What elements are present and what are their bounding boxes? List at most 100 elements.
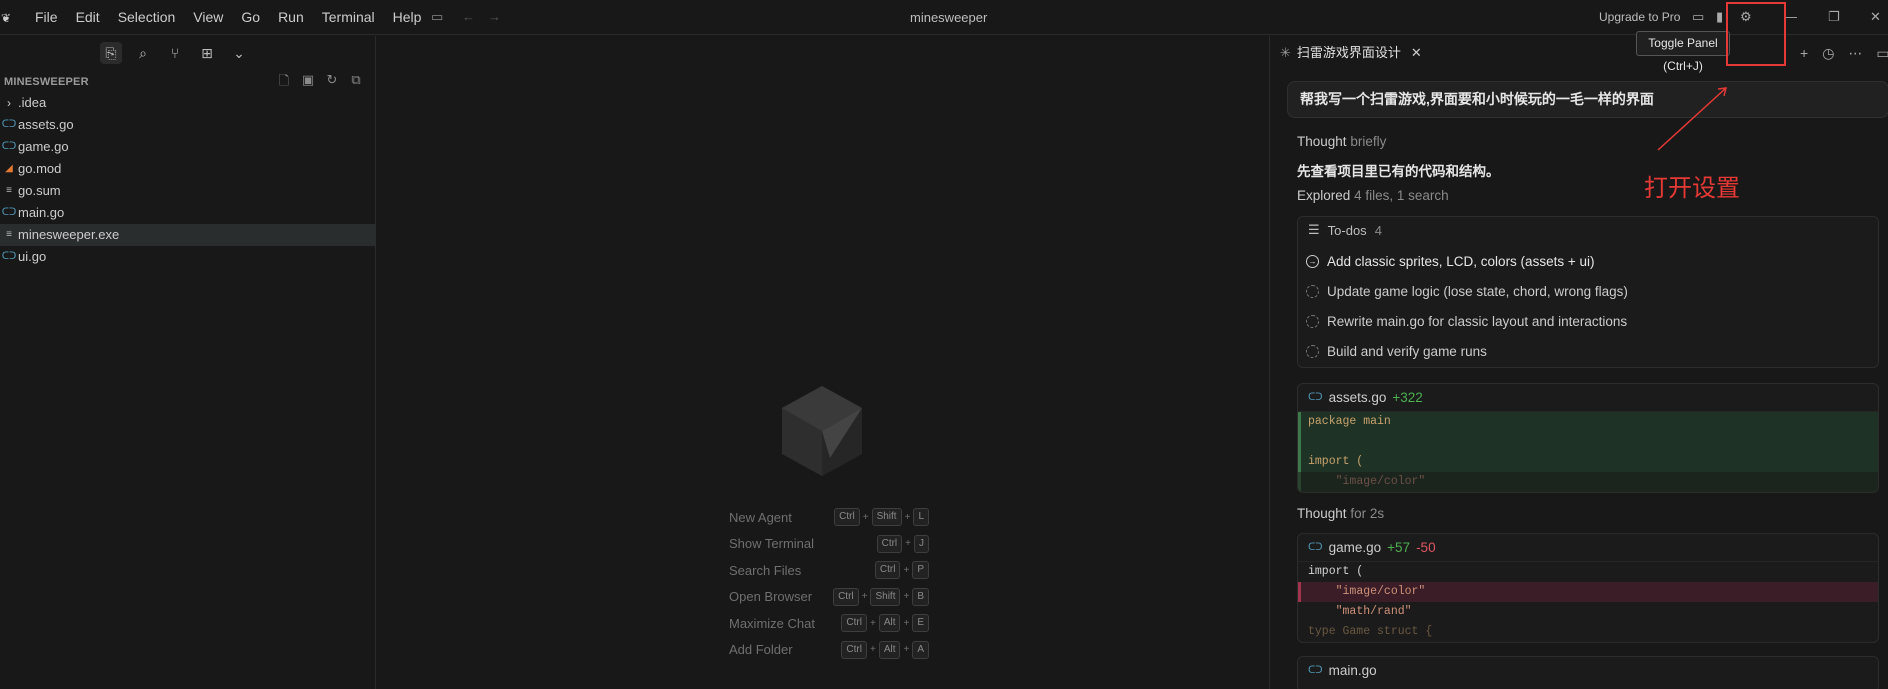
- toggle-panel-icon[interactable]: ▭: [1692, 9, 1704, 25]
- toggle-panel-tooltip: Toggle Panel (Ctrl+J): [1636, 31, 1730, 73]
- annotation-arrow: [1657, 87, 1727, 151]
- shortcut-new-agent[interactable]: New Agent Ctrl + Shift + L: [729, 504, 929, 531]
- code-diff-card-main[interactable]: ᑕᑐ main.go: [1297, 656, 1879, 689]
- key: Ctrl: [841, 614, 867, 633]
- diff-removed-count: -50: [1416, 539, 1436, 555]
- shortcut-search-files[interactable]: Search Files Ctrl + P: [729, 557, 929, 584]
- code-line: import (: [1298, 562, 1878, 582]
- menu-view[interactable]: View: [184, 0, 232, 35]
- todo-text: Add classic sprites, LCD, colors (assets…: [1327, 254, 1595, 269]
- key: Alt: [878, 614, 901, 633]
- code-line: "image/color": [1298, 472, 1878, 492]
- file-row-main-go[interactable]: ᑕᑐ main.go: [0, 202, 376, 224]
- back-arrow-icon[interactable]: ←: [462, 9, 475, 24]
- file-row-go-mod[interactable]: ◢ go.mod: [0, 158, 376, 180]
- todo-item[interactable]: Rewrite main.go for classic layout and i…: [1306, 314, 1627, 329]
- explored-line[interactable]: Explored 4 files, 1 search: [1297, 188, 1449, 203]
- explored-label: Explored: [1297, 188, 1351, 203]
- source-control-icon[interactable]: ⑂: [164, 42, 186, 64]
- thought-line-1[interactable]: Thought briefly: [1297, 134, 1386, 149]
- upgrade-button[interactable]: Upgrade to Pro: [1599, 0, 1680, 35]
- chat-tab-title: 扫雷游戏界面设计: [1296, 45, 1401, 60]
- thought-line-2[interactable]: Thought for 2s: [1297, 506, 1384, 521]
- file-row-minesweeper-exe[interactable]: ≡ minesweeper.exe: [0, 224, 376, 246]
- go-file-icon: ᑕᑐ: [1, 251, 17, 262]
- chevron-down-icon[interactable]: ⌄: [228, 42, 250, 64]
- file-row-game-go[interactable]: ᑕᑐ game.go: [0, 136, 376, 158]
- code-diff-header[interactable]: ᑕᑐ assets.go +322: [1298, 384, 1878, 412]
- go-mod-icon: ◢: [5, 163, 13, 174]
- new-folder-icon[interactable]: ▣: [300, 72, 316, 94]
- restore-icon[interactable]: ❐: [1828, 9, 1840, 25]
- close-icon[interactable]: ✕: [1411, 36, 1422, 70]
- shortcut-add-folder[interactable]: Add Folder Ctrl + Alt + A: [729, 637, 929, 664]
- extensions-icon[interactable]: ⊞: [196, 42, 218, 64]
- menu-edit[interactable]: Edit: [67, 0, 109, 35]
- todo-text: Build and verify game runs: [1327, 344, 1487, 359]
- checklist-icon: ☰: [1308, 222, 1320, 237]
- history-icon[interactable]: ◷: [1822, 36, 1834, 70]
- menu-run[interactable]: Run: [269, 0, 313, 35]
- app-logo-icon: ❦: [1, 11, 12, 25]
- shortcut-show-terminal[interactable]: Show Terminal Ctrl + J: [729, 531, 929, 558]
- menu-go[interactable]: Go: [232, 0, 269, 35]
- file-row-assets-go[interactable]: ᑕᑐ assets.go: [0, 114, 376, 136]
- code-string: "image/color": [1335, 585, 1426, 598]
- more-icon[interactable]: ⋯: [1848, 36, 1862, 70]
- todo-card: ☰ To-dos 4 → Add classic sprites, LCD, c…: [1297, 216, 1879, 368]
- thought-label: Thought: [1297, 506, 1347, 521]
- code-text: import (: [1308, 455, 1364, 468]
- code-diff-header[interactable]: ᑕᑐ main.go: [1298, 657, 1878, 685]
- key: P: [912, 561, 929, 580]
- forward-arrow-icon[interactable]: →: [488, 9, 501, 24]
- file-row-go-sum[interactable]: ≡ go.sum: [0, 180, 376, 202]
- key: A: [912, 640, 929, 659]
- file-row-idea[interactable]: › .idea: [0, 92, 376, 114]
- new-file-icon[interactable]: 🗋: [276, 72, 292, 94]
- key: Ctrl: [876, 534, 903, 553]
- todo-text: Update game logic (lose state, chord, wr…: [1327, 284, 1628, 299]
- thought-duration: briefly: [1350, 134, 1387, 149]
- code-keyword: package: [1308, 415, 1357, 428]
- refresh-icon[interactable]: ↻: [324, 72, 340, 94]
- code-string: "image/color": [1335, 475, 1426, 488]
- chat-panel-icon[interactable]: ▮: [1716, 9, 1723, 25]
- todo-item[interactable]: → Add classic sprites, LCD, colors (asse…: [1306, 254, 1594, 269]
- code-diff-card-assets[interactable]: ᑕᑐ assets.go +322 package main import ( …: [1297, 383, 1879, 493]
- chevron-right-icon: ›: [7, 96, 11, 110]
- diff-added-count: +322: [1392, 389, 1423, 405]
- chat-tab[interactable]: ✳ 扫雷游戏界面设计 ✕: [1280, 36, 1422, 70]
- menu-selection[interactable]: Selection: [109, 0, 185, 35]
- close-window-icon[interactable]: ✕: [1870, 9, 1881, 25]
- shortcut-open-browser[interactable]: Open Browser Ctrl + Shift + B: [729, 584, 929, 611]
- toggle-sidebar-icon[interactable]: ▭: [431, 9, 443, 25]
- key: Ctrl: [841, 640, 867, 659]
- user-prompt-bubble[interactable]: 帮我写一个扫雷游戏,界面要和小时候玩的一毛一样的界面: [1287, 81, 1888, 118]
- key: B: [912, 587, 929, 606]
- todo-count: 4: [1374, 222, 1382, 238]
- thought-label: Thought: [1297, 134, 1347, 149]
- file-row-ui-go[interactable]: ᑕᑐ ui.go: [0, 246, 376, 268]
- menu-terminal[interactable]: Terminal: [313, 0, 384, 35]
- todo-header[interactable]: ☰ To-dos 4: [1308, 222, 1382, 238]
- code-diff-card-game[interactable]: ᑕᑐ game.go +57 -50 import ( "image/color…: [1297, 533, 1879, 643]
- menu-help[interactable]: Help: [384, 0, 431, 35]
- panel-icon[interactable]: ▭: [1876, 36, 1888, 70]
- todo-item[interactable]: Build and verify game runs: [1306, 344, 1487, 359]
- thought-duration: for 2s: [1350, 506, 1385, 521]
- shortcut-label: New Agent: [729, 509, 792, 525]
- file-name: ui.go: [18, 249, 47, 264]
- agent-chat-panel: ✳ 扫雷游戏界面设计 ✕ + ◷ ⋯ ▭ 帮我写一个扫雷游戏,界面要和小时候玩的…: [1269, 36, 1888, 689]
- explored-detail: 4 files, 1 search: [1354, 188, 1449, 203]
- plus-icon[interactable]: +: [1800, 36, 1808, 70]
- shortcut-maximize-chat[interactable]: Maximize Chat Ctrl + Alt + E: [729, 610, 929, 637]
- files-icon[interactable]: ⎘: [100, 42, 122, 64]
- menu-bar: File Edit Selection View Go Run Terminal…: [26, 0, 430, 35]
- todo-item[interactable]: Update game logic (lose state, chord, wr…: [1306, 284, 1628, 299]
- diff-added-count: +57: [1387, 539, 1411, 555]
- search-icon[interactable]: ⌕: [132, 42, 154, 64]
- code-diff-header[interactable]: ᑕᑐ game.go +57 -50: [1298, 534, 1878, 562]
- collapse-all-icon[interactable]: ⧉: [348, 72, 364, 94]
- menu-file[interactable]: File: [26, 0, 67, 35]
- key: L: [913, 508, 929, 527]
